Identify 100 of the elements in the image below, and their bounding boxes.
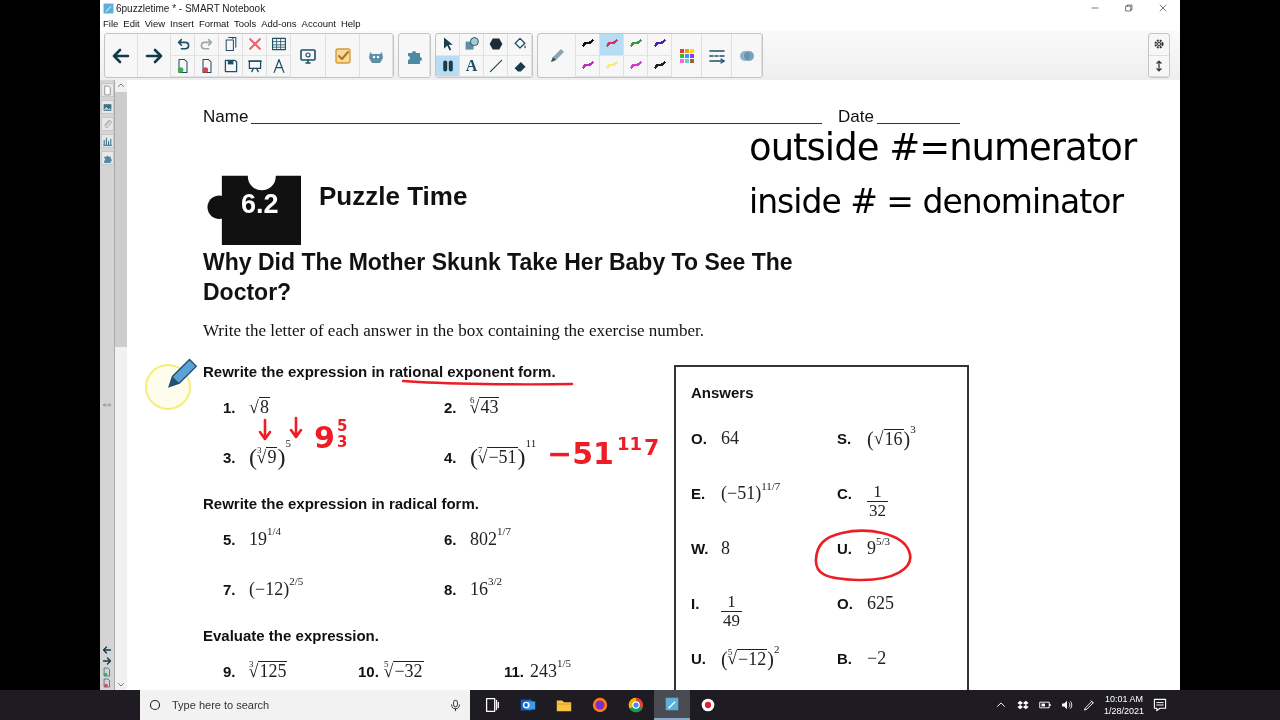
- paperclip-icon[interactable]: [101, 118, 113, 130]
- page-delete-icon[interactable]: [102, 678, 112, 688]
- toolbar-button[interactable]: [648, 55, 672, 77]
- redo-icon: [198, 36, 215, 53]
- speaker-icon[interactable]: [1059, 698, 1074, 712]
- math-expression: 64: [721, 427, 739, 450]
- exercise-number: 7.: [223, 580, 237, 598]
- menu-item[interactable]: Account: [301, 18, 336, 29]
- scrollbar-thumb[interactable]: [115, 92, 127, 347]
- picture-icon[interactable]: [101, 101, 113, 113]
- left-arrow-icon[interactable]: [102, 645, 112, 655]
- browser-icon: [591, 696, 609, 714]
- shape-icon: [463, 36, 480, 53]
- toolbar-button[interactable]: [219, 34, 243, 56]
- answer-letter: O.: [837, 594, 854, 614]
- restore-icon: [1123, 2, 1135, 14]
- menu-item[interactable]: Edit: [123, 18, 140, 29]
- exercise-number: 2.: [444, 398, 458, 416]
- round-logo-icon: [627, 696, 645, 714]
- task-view-icon: [483, 696, 501, 714]
- math-expression: ($^{3}$√9)$^{5}$: [249, 436, 291, 472]
- toolbar-button[interactable]: [195, 55, 219, 77]
- save-icon: [222, 57, 239, 74]
- toolbar-button[interactable]: [267, 55, 291, 77]
- toolbar-button[interactable]: [508, 55, 532, 77]
- toolbar-button[interactable]: [219, 55, 243, 77]
- exercise-number: 11.: [504, 662, 526, 680]
- math-expression: (√16)$^{3}$: [867, 421, 916, 453]
- answer-letter: W.: [691, 539, 710, 559]
- right-arrow-icon[interactable]: [102, 656, 112, 666]
- math-expression: 9$^{5/3}$: [867, 533, 891, 560]
- window-title: 6puzzletime * - SMART Notebook: [116, 2, 267, 14]
- menu-item[interactable]: Insert: [170, 18, 194, 29]
- exercise-number: 3.: [223, 448, 237, 466]
- chart-icon[interactable]: [101, 135, 113, 147]
- answer-letter: C.: [837, 484, 853, 504]
- search-icon: [148, 698, 162, 712]
- math-expression: $^{3}$√125: [249, 658, 288, 684]
- math-expression: (−51)$^{11/7}$: [721, 478, 781, 505]
- toolbar-button[interactable]: [267, 34, 291, 56]
- exercise-number: 10.: [358, 662, 380, 680]
- handwritten-note: inside # = denominator: [749, 181, 1123, 223]
- exercise-number: 9.: [223, 662, 237, 680]
- toolbar-button[interactable]: [436, 55, 460, 77]
- toolbar-button[interactable]: [243, 55, 267, 77]
- toolbar-button[interactable]: [171, 34, 195, 56]
- page-add-icon[interactable]: [102, 667, 112, 677]
- math-expression: 1 32: [867, 481, 888, 516]
- clock-time[interactable]: 10:01 AM: [1104, 693, 1143, 705]
- x-icon: [246, 36, 263, 53]
- math-expression: $^{5}$√−32: [384, 658, 424, 684]
- close-icon: [1157, 2, 1169, 14]
- menu-item[interactable]: File: [103, 18, 119, 29]
- line-icon: [487, 57, 504, 74]
- date-label: Date: [838, 107, 875, 127]
- math-expression: 8: [721, 537, 730, 560]
- math-expression: ($^{5}$√−12)$^{2}$: [721, 641, 780, 673]
- worksheet-title: Puzzle Time: [319, 180, 468, 212]
- math-expression: 1 49: [721, 591, 742, 626]
- answer-letter: I.: [691, 594, 701, 614]
- search-field[interactable]: Type here to search: [140, 690, 470, 720]
- answer-letter: B.: [837, 649, 853, 669]
- answer-letter: O.: [691, 429, 708, 449]
- toolbar-button[interactable]: A: [460, 55, 484, 77]
- menu-item[interactable]: View: [144, 18, 166, 29]
- math-expression: 802$^{1/7}$: [470, 524, 512, 551]
- section-number: 6.2: [241, 189, 279, 220]
- instruction-text: Write the letter of each answer in the box containing the exercise number.: [203, 321, 706, 341]
- section-heading: Rewrite the expression in radical form.: [203, 494, 480, 514]
- toolbar-button[interactable]: [171, 55, 195, 77]
- question-heading: Why Did The Mother Skunk Take Her Baby To See The Doctor?: [203, 248, 794, 307]
- stylus-icon[interactable]: [1081, 698, 1096, 712]
- exercise-number: 6.: [444, 530, 458, 548]
- box-icon[interactable]: [1015, 698, 1030, 712]
- notification-icon[interactable]: [1152, 697, 1168, 713]
- checkbox-icon: [332, 45, 353, 66]
- math-expression: $^{6}$√43: [470, 394, 500, 420]
- toolbar-button[interactable]: [436, 34, 460, 56]
- menu-item[interactable]: Tools: [233, 18, 257, 29]
- record-icon: [699, 696, 717, 714]
- menu-item[interactable]: Add-ons: [261, 18, 297, 29]
- math-expression: (−12)$^{2/5}$: [249, 574, 304, 601]
- clock-date[interactable]: 1/28/2021: [1103, 705, 1144, 717]
- math-expression: ($^{7}$√−51)$^{11}$: [470, 436, 537, 472]
- exercise-number: 4.: [444, 448, 458, 466]
- section-heading: Rewrite the expression in rational exponent form.: [203, 362, 557, 382]
- math-expression: 16$^{3/2}$: [470, 574, 503, 601]
- math-expression: √8: [249, 395, 270, 420]
- answer-letter: E.: [691, 484, 707, 504]
- toolbar-button[interactable]: [648, 34, 672, 56]
- search-input[interactable]: Type here to search: [170, 698, 441, 712]
- toolbar-button[interactable]: [508, 34, 532, 56]
- toolbar-button[interactable]: [484, 34, 508, 56]
- handwritten-note: outside #=numerator: [749, 126, 1137, 170]
- menu-item[interactable]: Help: [340, 18, 361, 29]
- menu-item[interactable]: Format: [198, 18, 229, 29]
- exercise-number: 1.: [223, 398, 237, 416]
- toolbar-button[interactable]: [484, 55, 508, 77]
- table-icon: [270, 36, 287, 53]
- answer-letter: U.: [691, 649, 707, 669]
